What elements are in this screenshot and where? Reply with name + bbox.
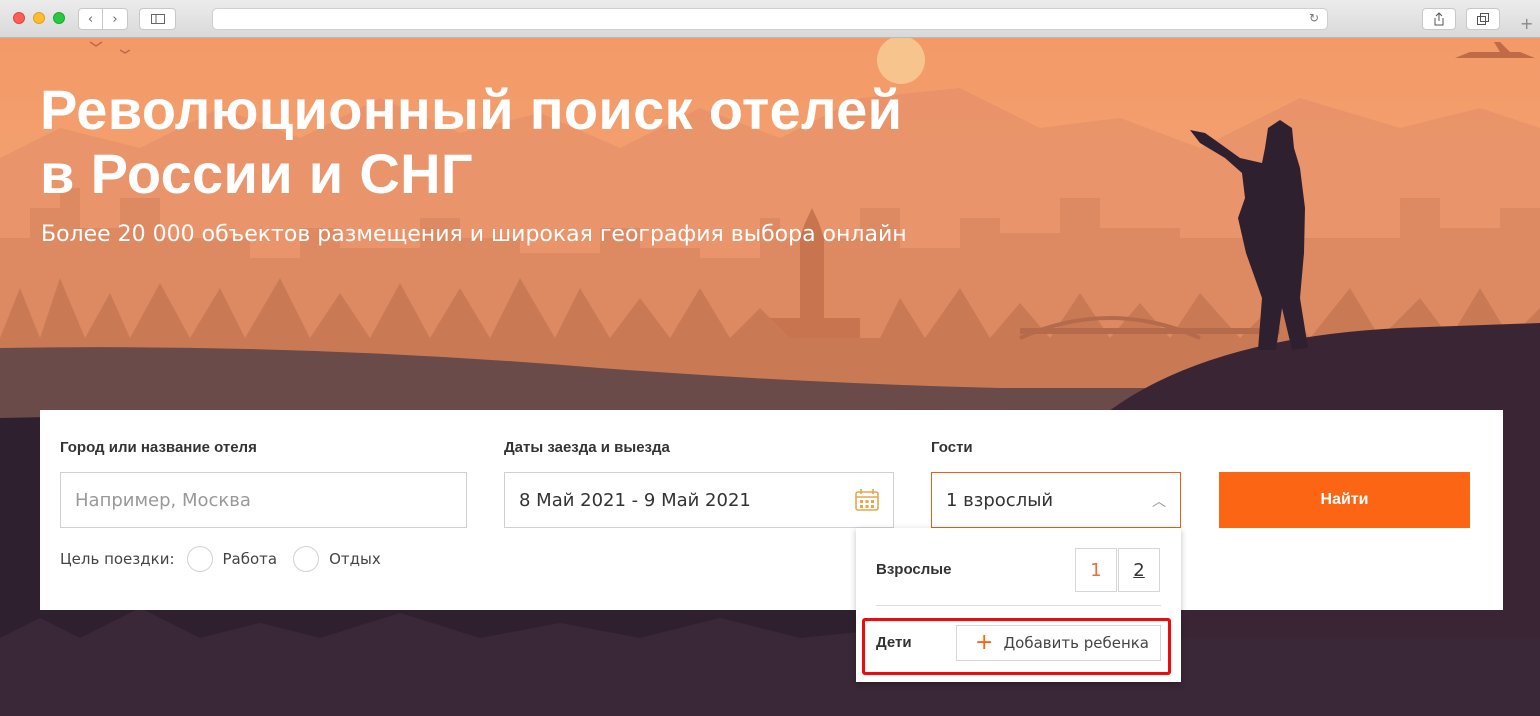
share-icon — [1434, 12, 1444, 26]
forward-button[interactable]: › — [103, 8, 128, 30]
reload-icon[interactable]: ↻ — [1309, 11, 1319, 25]
trip-purpose-label: Цель поездки: — [60, 550, 175, 568]
trip-purpose: Цель поездки: Работа Отдых — [60, 546, 381, 572]
dates-label: Даты заезда и выезда — [504, 439, 670, 456]
find-button[interactable]: Найти — [1219, 472, 1470, 528]
adults-option-2[interactable]: 2 — [1118, 548, 1160, 592]
back-button[interactable]: ‹ — [78, 8, 103, 30]
tabs-overview-button[interactable] — [1466, 8, 1500, 30]
guests-value: 1 взрослый — [946, 489, 1054, 511]
adults-label: Взрослые — [876, 561, 952, 578]
share-button[interactable] — [1422, 8, 1456, 30]
purpose-leisure-radio[interactable] — [293, 546, 320, 572]
highlight-box — [862, 618, 1171, 675]
purpose-leisure-label[interactable]: Отдых — [329, 550, 381, 568]
sidebar-icon — [150, 14, 165, 24]
purpose-work-radio[interactable] — [186, 546, 213, 572]
address-bar[interactable]: ↻ — [212, 8, 1328, 30]
city-input[interactable]: Например, Москва — [60, 472, 467, 528]
sidebar-toggle-button[interactable] — [139, 8, 176, 30]
zoom-window-icon[interactable] — [53, 12, 65, 24]
browser-toolbar: ‹ › ↻ + — [0, 0, 1540, 38]
chevron-up-icon: ︿ — [1152, 494, 1166, 510]
calendar-icon[interactable] — [855, 489, 879, 511]
purpose-work-label[interactable]: Работа — [223, 550, 278, 568]
tabs-icon — [1477, 13, 1489, 25]
guests-select[interactable]: 1 взрослый ︿ — [931, 472, 1181, 528]
chevron-right-icon: › — [112, 11, 118, 27]
guests-label: Гости — [931, 439, 973, 456]
minimize-window-icon[interactable] — [33, 12, 45, 24]
page-subtitle: Более 20 000 объектов размещения и широк… — [41, 222, 907, 247]
page-title: Революционный поиск отелей в России и СН… — [40, 78, 903, 205]
search-panel: Город или название отеля Например, Москв… — [40, 410, 1503, 610]
dates-input[interactable]: 8 Май 2021 - 9 Май 2021 — [504, 472, 894, 528]
new-tab-icon[interactable]: + — [1520, 14, 1533, 33]
close-window-icon[interactable] — [13, 12, 25, 24]
chevron-left-icon: ‹ — [87, 11, 94, 27]
adults-option-1[interactable]: 1 — [1075, 548, 1117, 592]
dates-value: 8 Май 2021 - 9 Май 2021 — [519, 489, 751, 511]
city-label: Город или название отеля — [60, 439, 257, 456]
hero-banner: Революционный поиск отелей в России и СН… — [0, 38, 1540, 716]
divider — [876, 605, 1161, 606]
